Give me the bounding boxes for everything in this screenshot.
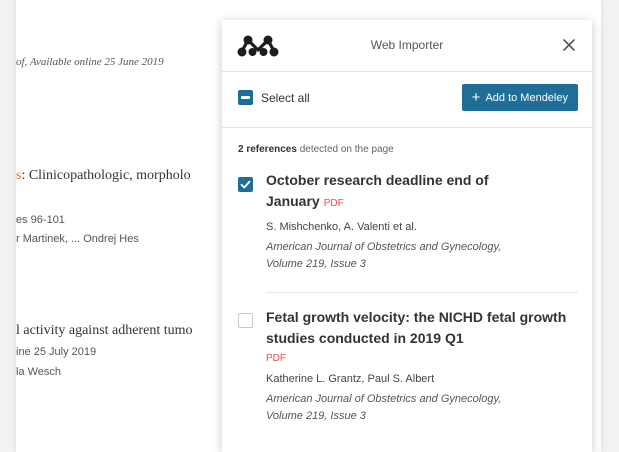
article-authors: r Martinek, ... Ondrej Hes	[16, 233, 139, 245]
panel-header: Web Importer	[222, 20, 592, 72]
reference-journal: American Journal of Obstetrics and Gynec…	[266, 239, 578, 273]
importer-toolbar: Select all + Add to Mendeley	[222, 72, 592, 128]
detected-summary: 2 references detected on the page	[238, 144, 394, 155]
checkmark-icon[interactable]	[238, 177, 253, 192]
reference-authors: S. Mishchenko, A. Valenti et al.	[266, 221, 417, 233]
article-title-rest: : Clinicopathologic, morpholo	[21, 168, 191, 183]
article-availability: of, Available online 25 June 2019	[16, 56, 164, 68]
reference-title-text: Fetal growth velocity: the NICHD fetal g…	[266, 309, 567, 346]
reference-title-text: October research deadline end of January	[266, 172, 489, 209]
reference-body: Fetal growth velocity: the NICHD fetal g…	[266, 307, 578, 425]
reference-body: October research deadline end of January…	[266, 170, 578, 273]
select-all-label: Select all	[261, 90, 310, 105]
reference-title[interactable]: Fetal growth velocity: the NICHD fetal g…	[266, 307, 571, 366]
reference-divider	[266, 292, 578, 293]
plus-icon: +	[471, 89, 481, 106]
article-pages: es 96-101	[16, 214, 65, 226]
article-availability-2: ine 25 July 2019	[16, 346, 97, 358]
article-title-fragment-2[interactable]: l activity against adherent tumo	[16, 323, 221, 339]
select-all-checkbox[interactable]: Select all	[238, 90, 310, 105]
web-importer-panel: Web Importer Select all + Add to Mendele…	[222, 20, 592, 452]
reference-journal-name: American Journal of Obstetrics and Gynec…	[266, 241, 502, 253]
article-authors-2: la Wesch	[16, 366, 62, 378]
unchecked-checkbox[interactable]	[238, 313, 253, 328]
minus-checkbox-icon[interactable]	[238, 90, 253, 105]
reference-title[interactable]: October research deadline end of January…	[266, 170, 516, 214]
reference-journal: American Journal of Obstetrics and Gynec…	[266, 391, 578, 425]
detected-count: 2 references	[238, 144, 297, 155]
reference-volume: Volume 219, Issue 3	[266, 410, 366, 422]
add-to-mendeley-button[interactable]: + Add to Mendeley	[461, 84, 578, 111]
panel-title: Web Importer	[370, 38, 444, 52]
pdf-badge: PDF	[266, 353, 286, 364]
reference-journal-name: American Journal of Obstetrics and Gynec…	[266, 393, 502, 405]
pdf-badge: PDF	[323, 198, 344, 209]
add-button-label: Add to Mendeley	[485, 91, 568, 104]
reference-volume: Volume 219, Issue 3	[266, 258, 366, 270]
reference-authors: Katherine L. Grantz, Paul S. Albert	[266, 373, 435, 385]
close-icon[interactable]	[560, 36, 578, 54]
detected-suffix: detected on the page	[299, 144, 394, 155]
article-title-fragment[interactable]: s: Clinicopathologic, morpholo	[16, 168, 221, 184]
